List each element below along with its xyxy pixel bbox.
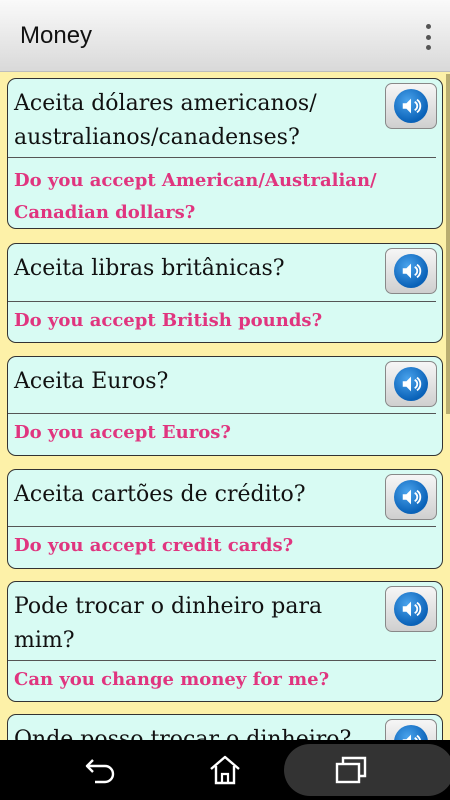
phrase-portuguese: Aceita dólares americanos/ australianos/… [14,91,317,150]
divider [8,660,436,661]
play-audio-button[interactable] [385,361,437,407]
phrase-english: Do you accept credit cards? [14,535,294,556]
speaker-icon [394,592,428,626]
phrase-card[interactable]: Aceita cartões de crédito? Do you accept… [7,469,443,569]
phrase-english: Do you accept Euros? [14,422,231,443]
phrase-english: Do you accept British pounds? [14,310,323,331]
divider [8,413,436,414]
system-nav-bar [0,740,450,800]
phrase-portuguese: Onde posso trocar o dinheiro? [14,727,352,740]
speaker-icon [394,367,428,401]
phrase-portuguese: Aceita Euros? [14,369,169,394]
back-icon[interactable] [80,752,120,788]
phrase-card[interactable]: Pode trocar o dinheiro para mim? Can you… [7,581,443,702]
recents-icon[interactable] [331,752,371,788]
play-audio-button[interactable] [385,83,437,129]
phrase-card[interactable]: Aceita libras britânicas? Do you accept … [7,243,443,343]
play-audio-button[interactable] [385,719,437,740]
speaker-icon [394,254,428,288]
phrase-list[interactable]: Aceita dólares americanos/ australianos/… [0,72,450,740]
page-title: Money [20,22,93,49]
play-audio-button[interactable] [385,586,437,632]
phrase-card[interactable]: Onde posso trocar o dinheiro? [7,714,443,740]
speaker-icon [394,89,428,123]
home-icon[interactable] [205,752,245,788]
divider [8,301,436,302]
phrase-portuguese: Aceita cartões de crédito? [14,482,306,507]
phrase-portuguese: Pode trocar o dinheiro para mim? [14,594,323,653]
play-audio-button[interactable] [385,248,437,294]
speaker-icon [394,480,428,514]
phrase-english: Can you change money for me? [14,669,330,690]
phrase-card[interactable]: Aceita Euros? Do you accept Euros? [7,356,443,456]
divider [8,526,436,527]
scrollbar[interactable] [446,74,450,414]
phrase-card[interactable]: Aceita dólares americanos/ australianos/… [7,78,443,229]
app-bar: Money [0,0,450,72]
phrase-english: Do you accept American/Australian/ Canad… [14,170,377,223]
speaker-icon [394,725,428,740]
more-vert-icon[interactable] [420,24,436,50]
phrase-portuguese: Aceita libras britânicas? [14,256,285,281]
play-audio-button[interactable] [385,474,437,520]
divider [8,157,436,158]
